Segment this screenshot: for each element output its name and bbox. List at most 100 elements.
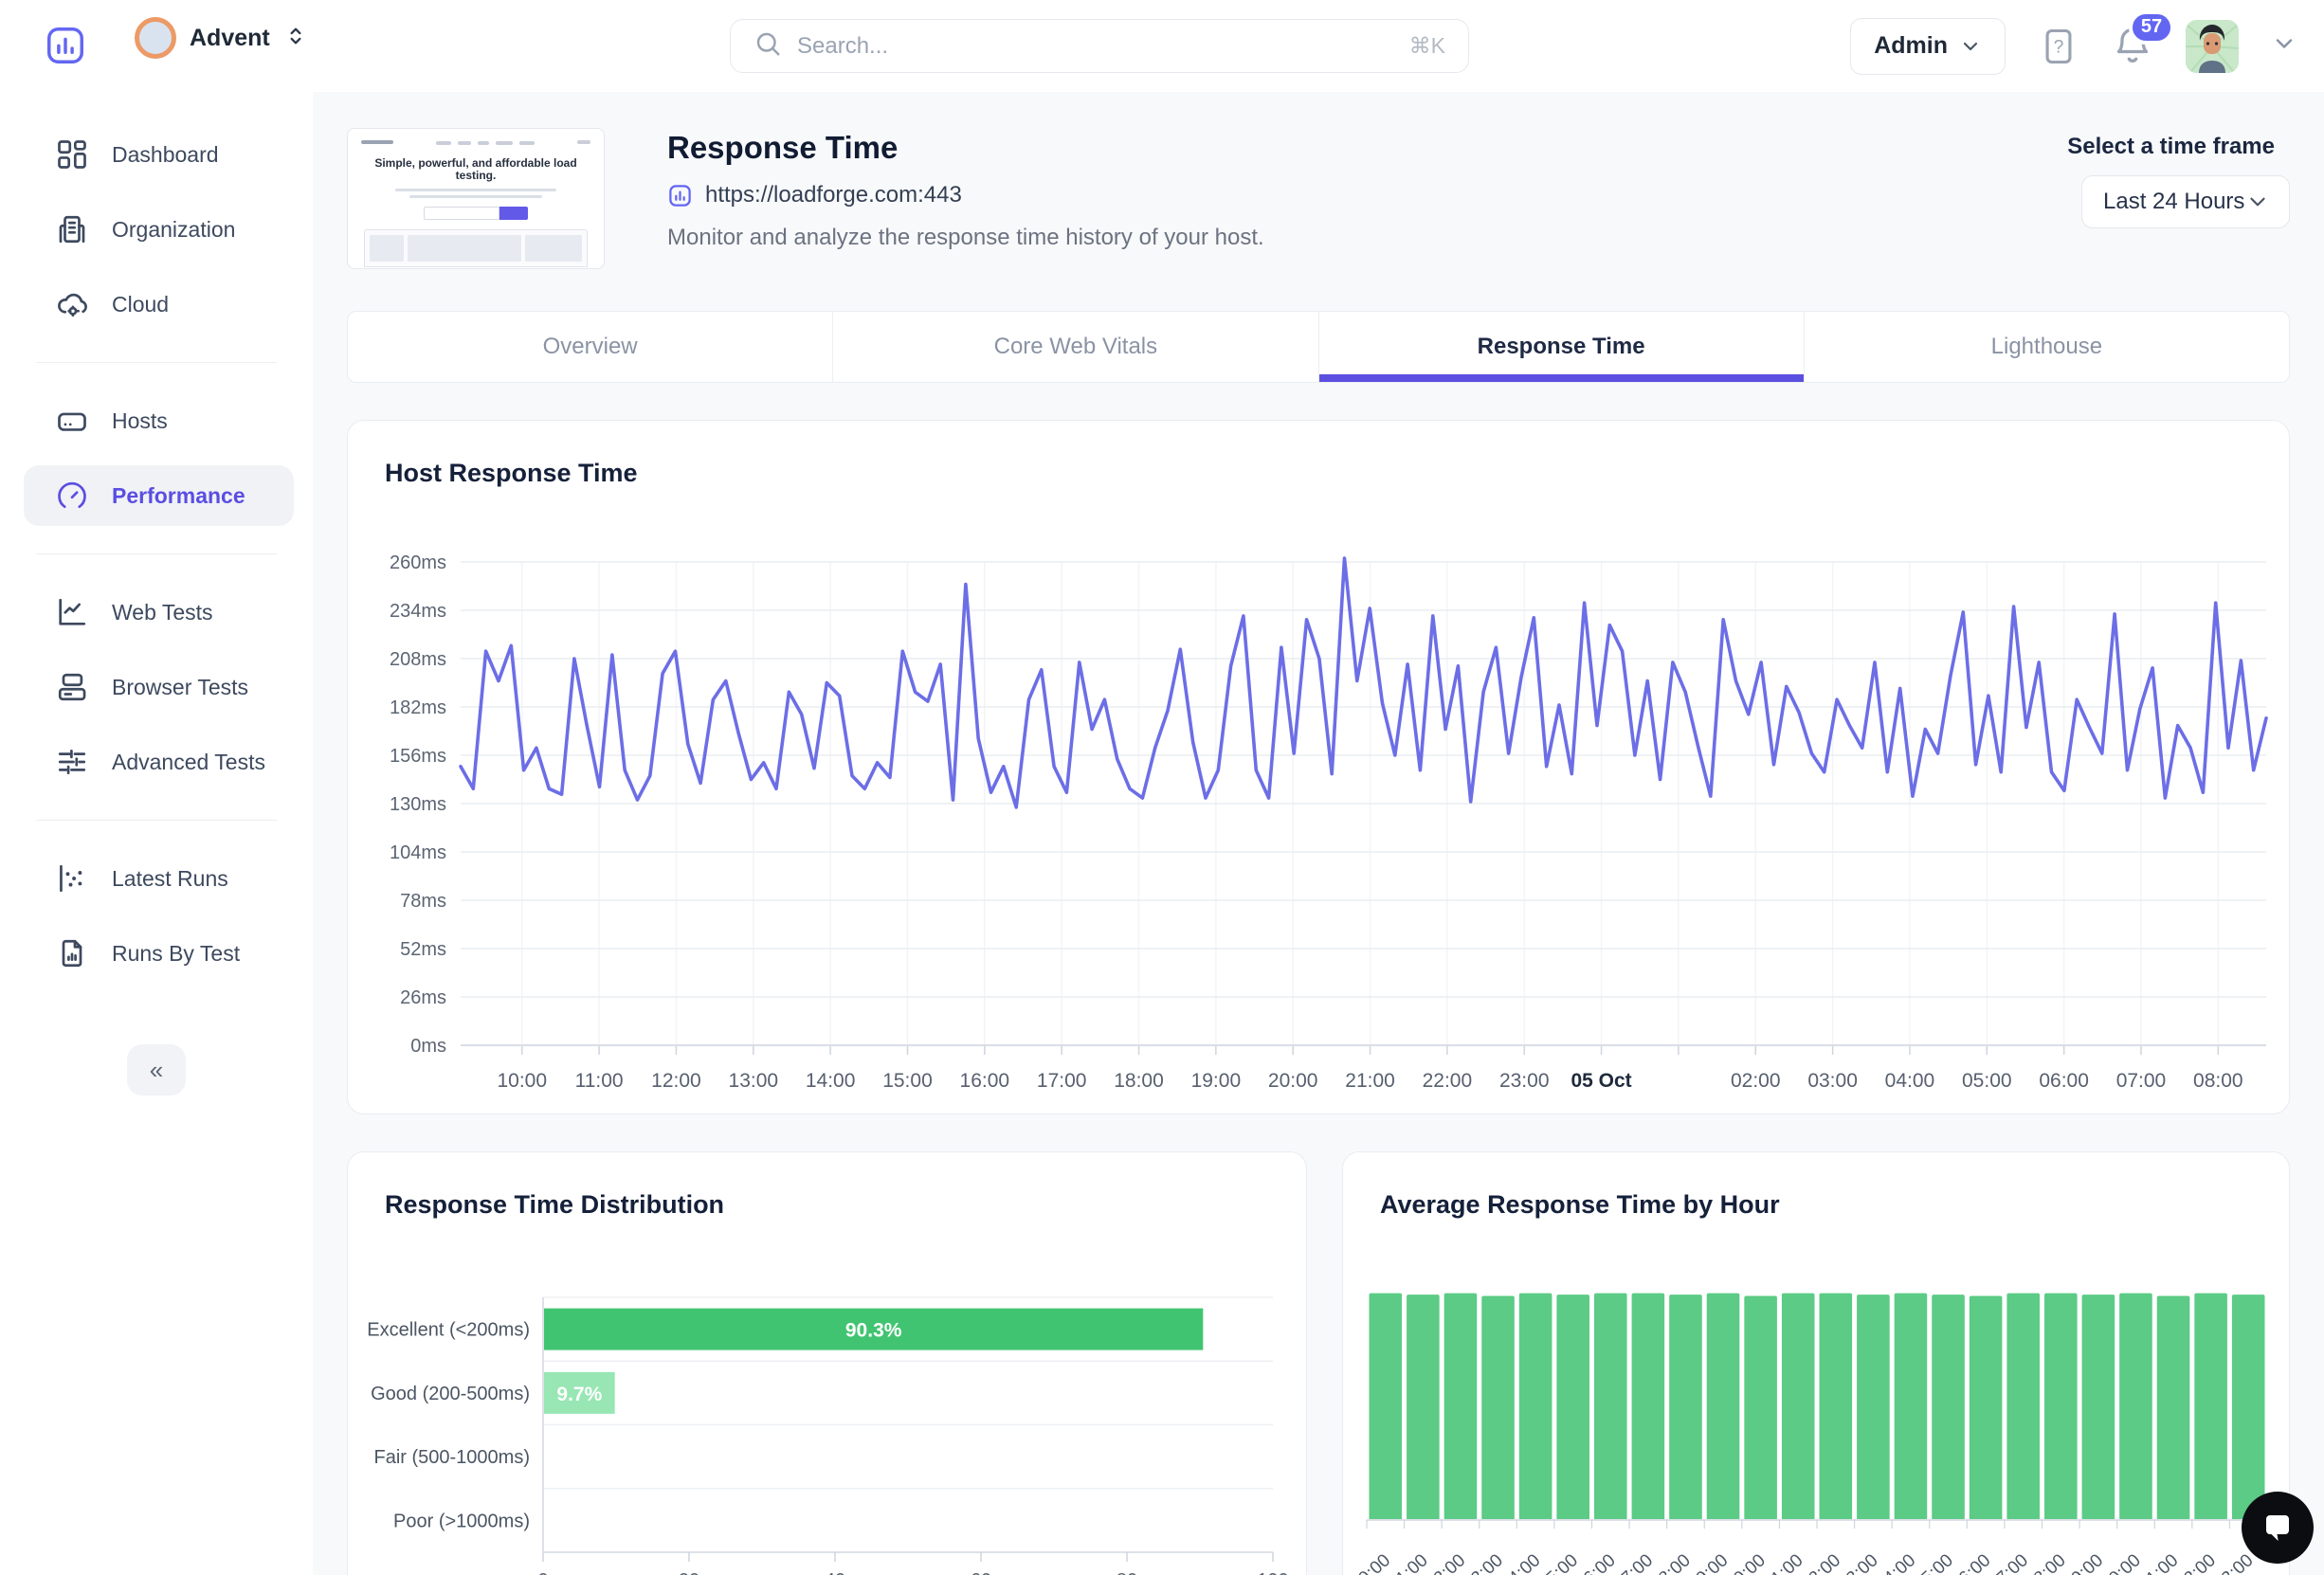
main-content: Simple, powerful, and affordable load te… bbox=[313, 92, 2324, 1575]
chat-widget-button[interactable] bbox=[2242, 1492, 2314, 1564]
org-switcher[interactable]: Advent bbox=[135, 17, 308, 59]
svg-text:12:00: 12:00 bbox=[651, 1070, 701, 1092]
svg-text:01:00: 01:00 bbox=[1385, 1550, 1431, 1575]
hourly-bar-chart[interactable]: 00:0001:0002:0003:0004:0005:0006:0007:00… bbox=[1343, 1285, 2291, 1575]
sidebar-item-browser-tests[interactable]: Browser Tests bbox=[24, 657, 294, 717]
svg-text:234ms: 234ms bbox=[390, 601, 446, 622]
sidebar-item-cloud[interactable]: Cloud bbox=[24, 274, 294, 335]
tab-response-time[interactable]: Response Time bbox=[1319, 312, 1805, 382]
distribution-chart-title: Response Time Distribution bbox=[385, 1190, 724, 1220]
sidebar-divider bbox=[36, 820, 277, 821]
svg-text:05 Oct: 05 Oct bbox=[1571, 1070, 1631, 1092]
sidebar: Dashboard Organization Cloud Hosts Performan… bbox=[0, 92, 313, 1575]
svg-text:04:00: 04:00 bbox=[1885, 1070, 1935, 1092]
org-avatar bbox=[135, 17, 176, 59]
svg-text:10:00: 10:00 bbox=[497, 1070, 547, 1092]
sidebar-divider bbox=[36, 362, 277, 363]
svg-text:22:00: 22:00 bbox=[2173, 1550, 2220, 1575]
sidebar-divider bbox=[36, 553, 277, 554]
svg-text:40: 40 bbox=[825, 1570, 845, 1575]
chevron-down-icon bbox=[1959, 35, 1982, 58]
notification-count-badge: 57 bbox=[2129, 10, 2174, 45]
svg-text:Good (200-500ms): Good (200-500ms) bbox=[371, 1384, 530, 1404]
sidebar-item-organization[interactable]: Organization bbox=[24, 199, 294, 260]
svg-text:156ms: 156ms bbox=[390, 746, 446, 767]
svg-text:19:00: 19:00 bbox=[2061, 1550, 2107, 1575]
chat-bubble-icon bbox=[2259, 1509, 2297, 1547]
host-url: https://loadforge.com:443 bbox=[705, 182, 962, 208]
search-icon bbox=[753, 29, 782, 63]
sidebar-item-label: Web Tests bbox=[112, 600, 213, 625]
sidebar-item-latest-runs[interactable]: Latest Runs bbox=[24, 848, 294, 909]
sidebar-item-dashboard[interactable]: Dashboard bbox=[24, 124, 294, 185]
sidebar-item-label: Cloud bbox=[112, 292, 169, 317]
sidebar-collapse-button[interactable]: « bbox=[127, 1044, 186, 1095]
svg-text:52ms: 52ms bbox=[400, 939, 446, 960]
distribution-bar-chart[interactable]: Excellent (<200ms) 90.3% Good (200-500ms) 9… bbox=[348, 1285, 1308, 1575]
help-doc-icon: ? bbox=[2038, 26, 2079, 67]
help-button[interactable]: ? bbox=[2038, 26, 2079, 67]
svg-text:60: 60 bbox=[971, 1570, 991, 1575]
app-logo-icon[interactable] bbox=[44, 24, 87, 72]
sidebar-item-label: Latest Runs bbox=[112, 866, 228, 892]
svg-text:130ms: 130ms bbox=[390, 794, 446, 815]
search-box[interactable]: ⌘K bbox=[730, 19, 1469, 73]
svg-text:26ms: 26ms bbox=[400, 987, 446, 1008]
user-avatar[interactable] bbox=[2186, 20, 2239, 73]
svg-text:08:00: 08:00 bbox=[1647, 1550, 1694, 1575]
svg-text:03:00: 03:00 bbox=[1807, 1070, 1858, 1092]
report-icon bbox=[667, 183, 693, 208]
svg-text:80: 80 bbox=[1117, 1570, 1137, 1575]
svg-text:Excellent (<200ms): Excellent (<200ms) bbox=[367, 1320, 530, 1341]
organization-icon bbox=[55, 212, 89, 246]
tab-core-web-vitals[interactable]: Core Web Vitals bbox=[833, 312, 1318, 382]
browser-tests-icon bbox=[55, 670, 89, 704]
sidebar-item-label: Hosts bbox=[112, 408, 168, 434]
web-tests-icon bbox=[55, 595, 89, 629]
svg-text:10:00: 10:00 bbox=[1723, 1550, 1770, 1575]
svg-text:12:00: 12:00 bbox=[1798, 1550, 1844, 1575]
svg-text:16:00: 16:00 bbox=[960, 1070, 1010, 1092]
sidebar-item-advanced-tests[interactable]: Advanced Tests bbox=[24, 732, 294, 792]
svg-text:02:00: 02:00 bbox=[1423, 1550, 1469, 1575]
app-window: Advent ⌘K Admin bbox=[0, 0, 2324, 1575]
svg-text:100: 100 bbox=[1257, 1570, 1288, 1575]
response-time-line-chart[interactable]: 10:0011:0012:0013:0014:0015:0016:0017:00… bbox=[348, 523, 2291, 1111]
host-thumbnail: Simple, powerful, and affordable load te… bbox=[347, 128, 605, 269]
sidebar-item-hosts[interactable]: Hosts bbox=[24, 390, 294, 451]
tab-lighthouse[interactable]: Lighthouse bbox=[1805, 312, 2289, 382]
page-title: Response Time bbox=[667, 130, 898, 166]
svg-text:90.3%: 90.3% bbox=[845, 1320, 902, 1342]
svg-text:0ms: 0ms bbox=[410, 1036, 446, 1057]
page-description: Monitor and analyze the response time hi… bbox=[667, 225, 1264, 251]
svg-text:14:00: 14:00 bbox=[1873, 1550, 1919, 1575]
top-bar: Advent ⌘K Admin bbox=[0, 0, 2324, 92]
thumbnail-headline: Simple, powerful, and affordable load te… bbox=[361, 157, 590, 182]
sidebar-item-runs-by-test[interactable]: Runs By Test bbox=[24, 923, 294, 984]
admin-menu-button[interactable]: Admin bbox=[1850, 18, 2006, 75]
svg-text:00:00: 00:00 bbox=[1348, 1550, 1394, 1575]
svg-text:07:00: 07:00 bbox=[1610, 1550, 1657, 1575]
svg-text:9.7%: 9.7% bbox=[556, 1384, 602, 1405]
timeframe-select[interactable]: Last 24 Hours bbox=[2081, 175, 2290, 228]
svg-text:16:00: 16:00 bbox=[1948, 1550, 1994, 1575]
user-menu-chevron-icon[interactable] bbox=[2271, 30, 2297, 62]
svg-text:18:00: 18:00 bbox=[2023, 1550, 2069, 1575]
tab-overview[interactable]: Overview bbox=[348, 312, 833, 382]
latest-runs-icon bbox=[55, 861, 89, 896]
svg-text:18:00: 18:00 bbox=[1114, 1070, 1164, 1092]
sidebar-item-performance[interactable]: Performance bbox=[24, 465, 294, 526]
svg-text:05:00: 05:00 bbox=[1535, 1550, 1582, 1575]
dashboard-icon bbox=[55, 137, 89, 172]
svg-text:13:00: 13:00 bbox=[729, 1070, 779, 1092]
notifications-button[interactable]: 57 bbox=[2112, 26, 2153, 67]
org-name: Advent bbox=[190, 25, 270, 52]
host-url-row[interactable]: https://loadforge.com:443 bbox=[667, 182, 962, 208]
hosts-icon bbox=[55, 404, 89, 438]
sidebar-item-web-tests[interactable]: Web Tests bbox=[24, 582, 294, 643]
svg-text:23:00: 23:00 bbox=[1499, 1070, 1550, 1092]
sidebar-item-label: Performance bbox=[112, 483, 245, 509]
svg-text:22:00: 22:00 bbox=[1423, 1070, 1473, 1092]
search-input[interactable] bbox=[797, 33, 1394, 60]
hour-chart-title: Average Response Time by Hour bbox=[1380, 1190, 1780, 1220]
